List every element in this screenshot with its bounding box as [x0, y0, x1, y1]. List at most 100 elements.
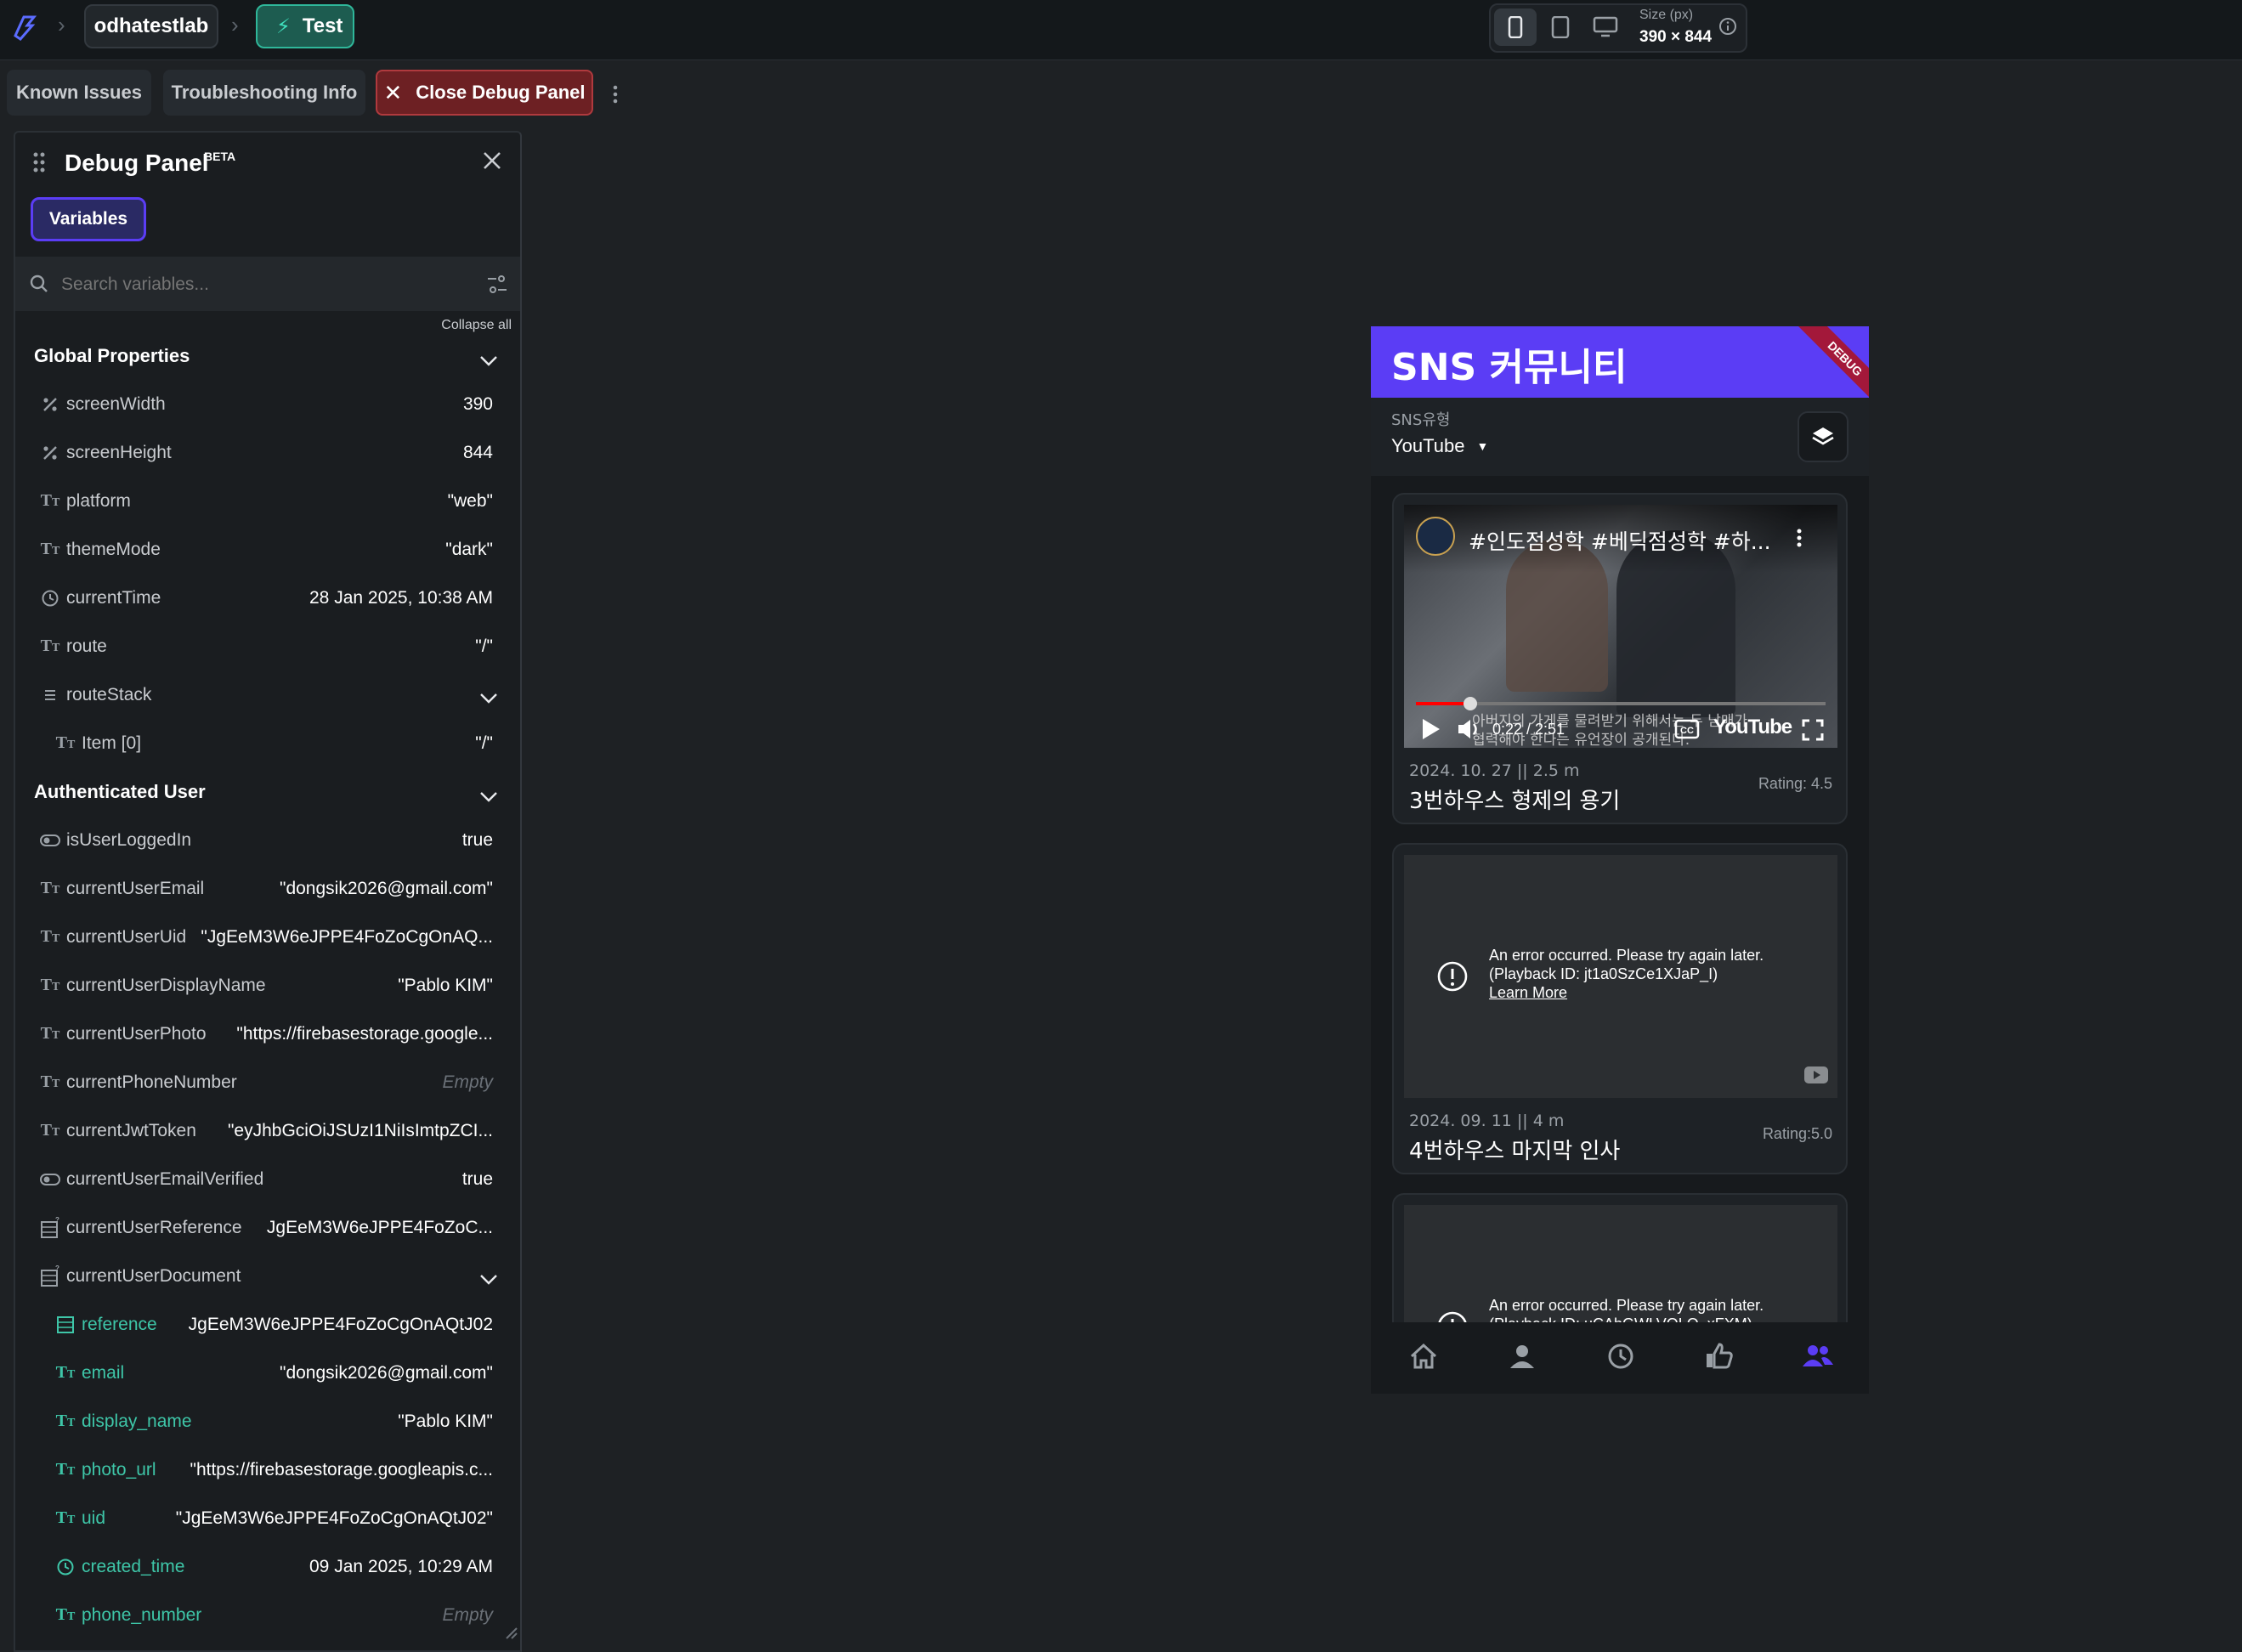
variable-value: Empty [442, 1072, 493, 1092]
known-issues-button[interactable]: Known Issues [7, 70, 151, 116]
profile-nav-icon[interactable] [1505, 1339, 1539, 1373]
variable-name: currentUserEmailVerified [66, 1168, 264, 1189]
dropdown-value: YouTube [1391, 435, 1465, 456]
progress-track[interactable] [1416, 702, 1826, 705]
variable-value: true [461, 1168, 493, 1189]
flutterflow-logo-icon[interactable] [8, 10, 42, 44]
variable-row[interactable]: currentTime 28 Jan 2025, 10:38 AM [15, 574, 520, 622]
variable-row[interactable]: TT currentUserPhoto "https://firebasestora… [15, 1010, 520, 1058]
play-icon[interactable] [1419, 717, 1441, 741]
progress-fill [1416, 702, 1469, 705]
app-title: SNS 커뮤니티 [1391, 346, 1628, 389]
fullscreen-icon[interactable] [1802, 719, 1824, 741]
search-icon [30, 274, 48, 292]
variable-row[interactable]: ? currentUserDocument [15, 1252, 520, 1300]
variable-row[interactable]: TT currentJwtToken "eyJhbGciOiJSUzI1NiIsIm… [15, 1106, 520, 1155]
variable-row[interactable]: reference JgEeM3W6eJPPE4FoZoCgOnAQtJ02 [15, 1300, 520, 1349]
layers-button[interactable] [1798, 411, 1849, 462]
variable-value: "/" [475, 733, 493, 753]
chevron-down-icon[interactable] [479, 689, 498, 710]
desktop-device-button[interactable] [1584, 8, 1627, 46]
variable-value: true [461, 829, 493, 850]
chevron-down-icon[interactable] [479, 1270, 498, 1291]
text-type-icon: TT [40, 491, 60, 510]
global-properties-section[interactable]: Global Properties [15, 331, 520, 380]
authenticated-user-section[interactable]: Authenticated User [15, 767, 520, 816]
phone-device-button[interactable] [1494, 8, 1537, 46]
more-options-icon[interactable] [607, 82, 624, 107]
variable-value: 844 [462, 442, 493, 462]
variable-row[interactable]: currentUserEmailVerified true [15, 1155, 520, 1203]
text-type-icon: TT [55, 733, 76, 752]
variable-row[interactable]: TT currentPhoneNumber Empty [15, 1058, 520, 1106]
variable-row[interactable]: TT currentUserUid "JgEeM3W6eJPPE4FoZoCgOnA… [15, 913, 520, 961]
variable-row[interactable]: screenHeight 844 [15, 428, 520, 477]
drag-handle-icon[interactable] [32, 151, 46, 178]
progress-scrubber[interactable] [1464, 697, 1477, 710]
variable-row[interactable]: ? currentUserReference JgEeM3W6eJPPE4FoZoC… [15, 1203, 520, 1252]
lightning-icon: ⚡ [276, 14, 291, 38]
variable-row[interactable]: TT phone_number Empty [15, 1591, 520, 1639]
variable-value: "dongsik2026@gmail.com" [279, 1362, 493, 1383]
variable-row[interactable]: TT uid "JgEeM3W6eJPPE4FoZoCgOnAQtJ02" [15, 1494, 520, 1542]
variable-name: created_time [82, 1556, 185, 1576]
variable-name: Item [0] [82, 733, 142, 753]
channel-avatar[interactable] [1416, 517, 1455, 556]
video-title[interactable]: #인도점성학 #베딕점성학 #하... [1469, 525, 1771, 556]
home-nav-icon[interactable] [1407, 1339, 1441, 1373]
history-nav-icon[interactable] [1604, 1339, 1638, 1373]
variable-row[interactable]: TT platform "web" [15, 477, 520, 525]
test-label: Test [302, 14, 343, 37]
variable-row[interactable]: created_time 09 Jan 2025, 10:29 AM [15, 1542, 520, 1591]
variable-row[interactable]: TT email "dongsik2026@gmail.com" [15, 1349, 520, 1397]
tablet-device-button[interactable] [1539, 8, 1582, 46]
text-type-icon: TT [40, 1024, 60, 1043]
thumbs-up-nav-icon[interactable] [1702, 1339, 1736, 1373]
text-type-icon: TT [40, 636, 60, 655]
panel-close-icon[interactable] [481, 150, 503, 176]
captions-icon[interactable]: CC [1674, 719, 1700, 739]
youtube-player-error[interactable]: An error occurred. Please try again late… [1404, 855, 1837, 1098]
troubleshooting-info-button[interactable]: Troubleshooting Info [163, 70, 365, 116]
variable-row[interactable]: TT Item [0] "/" [15, 719, 520, 767]
tab-variables[interactable]: Variables [31, 197, 146, 241]
chevron-down-icon [479, 786, 498, 808]
variable-row[interactable]: TT currentUserDisplayName "Pablo KIM" [15, 961, 520, 1010]
variable-row[interactable]: screenWidth 390 [15, 380, 520, 428]
variable-row[interactable]: routeStack [15, 670, 520, 719]
variable-row[interactable]: TT photo_url "https://firebasestorage.goog… [15, 1446, 520, 1494]
video-name: 3번하우스 형제의 용기 [1409, 789, 1621, 814]
filter-settings-icon[interactable] [486, 274, 508, 296]
youtube-logo[interactable]: YouTube [1713, 716, 1792, 739]
sns-type-dropdown[interactable]: YouTube ▼ [1391, 435, 1488, 457]
search-input[interactable] [59, 267, 462, 303]
variable-name: currentUserPhoto [66, 1023, 207, 1044]
youtube-player[interactable]: #인도점성학 #베딕점성학 #하... 아버지의 가게를 물려받기 위해서는 두… [1404, 505, 1837, 748]
section-title: Authenticated User [34, 780, 206, 802]
info-icon[interactable] [1718, 17, 1737, 40]
known-issues-label: Known Issues [16, 82, 142, 103]
list-icon [39, 684, 61, 706]
video-card[interactable]: #인도점성학 #베딕점성학 #하... 아버지의 가게를 물려받기 위해서는 두… [1392, 493, 1848, 824]
dropdown-arrow-icon: ▼ [1476, 439, 1489, 453]
variable-value: "Pablo KIM" [398, 975, 493, 995]
video-more-icon[interactable] [1795, 527, 1803, 549]
project-name-pill[interactable]: odhatestlab [84, 4, 218, 48]
variable-name: phone_number [82, 1604, 202, 1625]
document-ref-icon: ? [39, 1217, 61, 1239]
close-debug-panel-button[interactable]: ✕ Close Debug Panel [376, 70, 593, 116]
test-mode-button[interactable]: ⚡ Test [256, 4, 354, 48]
video-name: 4번하우스 마지막 인사 [1409, 1139, 1621, 1164]
learn-more-link[interactable]: Learn More [1489, 984, 1567, 1002]
close-icon: ✕ [383, 79, 403, 105]
video-card[interactable]: An error occurred. Please try again late… [1392, 843, 1848, 1174]
variable-row[interactable]: TT display_name "Pablo KIM" [15, 1397, 520, 1446]
variable-row[interactable]: TT themeMode "dark" [15, 525, 520, 574]
community-nav-icon[interactable] [1801, 1339, 1835, 1373]
variable-row[interactable]: isUserLoggedIn true [15, 816, 520, 864]
beta-badge: BETA [204, 150, 236, 163]
youtube-small-icon[interactable] [1803, 1066, 1829, 1084]
volume-icon[interactable] [1457, 717, 1482, 741]
variable-row[interactable]: TT route "/" [15, 622, 520, 670]
variable-row[interactable]: TT currentUserEmail "dongsik2026@gmail.com… [15, 864, 520, 913]
